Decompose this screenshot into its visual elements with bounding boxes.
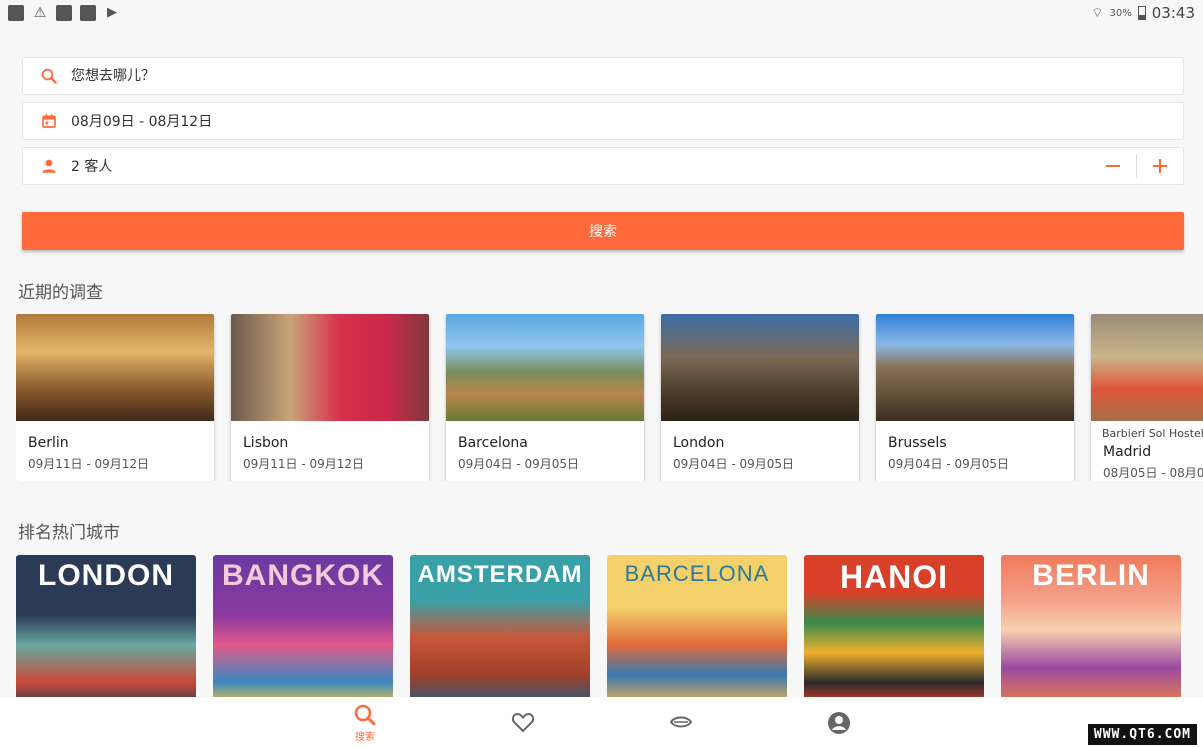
battery-icon: [1137, 6, 1146, 20]
heart-icon: [511, 712, 535, 733]
status-bar: ⚠ ▶ ⌔ 30% 03:43: [0, 0, 1203, 26]
minus-icon: [1106, 165, 1120, 167]
decrease-guests-button[interactable]: [1090, 148, 1136, 184]
destination-input[interactable]: [71, 68, 671, 84]
nav-search[interactable]: 搜索: [345, 703, 385, 743]
popular-city-card[interactable]: BANGKOK: [213, 555, 393, 705]
account-icon: [828, 712, 850, 734]
nav-favorites[interactable]: [503, 711, 543, 733]
recent-dates: 09月11日 - 09月12日: [28, 457, 150, 471]
recent-dates: 09月04日 - 09月05日: [458, 457, 580, 471]
search-icon: [354, 704, 376, 726]
notification-icons: ⚠ ▶: [8, 5, 120, 21]
recent-city: Barcelona: [458, 435, 528, 451]
person-icon: [39, 156, 59, 176]
guests-value: 2 客人: [71, 159, 113, 175]
city-photo: [16, 314, 214, 421]
recent-card-lisbon[interactable]: Lisbon 09月11日 - 09月12日: [231, 314, 429, 481]
popular-city-name: HANOI: [839, 559, 949, 595]
popular-city-name: BARCELONA: [624, 561, 770, 586]
recent-city: Berlin: [28, 435, 69, 451]
watermark-logo: WWW.QT6.COM: [1087, 724, 1197, 745]
nav-search-label: 搜索: [355, 732, 375, 743]
city-photo: [446, 314, 644, 421]
search-button[interactable]: 搜索: [22, 212, 1184, 250]
date-range-value: 08月09日 - 08月12日: [71, 114, 213, 130]
warning-icon: ⚠: [33, 5, 47, 21]
bottom-navigation: 搜索 WWW.QT6.COM: [0, 697, 1203, 747]
recent-city: Brussels: [888, 435, 947, 451]
recent-dates: 09月11日 - 09月12日: [243, 457, 365, 471]
recent-dates: 09月04日 - 09月05日: [673, 457, 795, 471]
recent-card-brussels[interactable]: Brussels 09月04日 - 09月05日: [876, 314, 1074, 481]
popular-city-card[interactable]: HANOI: [804, 555, 984, 705]
popular-city-name: AMSTERDAM: [417, 561, 583, 588]
nav-trips[interactable]: [661, 714, 701, 730]
recent-city: Madrid: [1103, 444, 1152, 460]
play-store-icon: ▶: [107, 5, 117, 20]
wifi-icon: ⌔: [1091, 6, 1104, 21]
image-icon: [80, 5, 96, 21]
ticket-icon: [669, 716, 693, 728]
recent-searches-title: 近期的调查: [18, 283, 103, 303]
popular-city-name: BANGKOK: [222, 559, 384, 592]
city-photo: [661, 314, 859, 421]
popular-cities-title: 排名热门城市: [18, 523, 120, 543]
popular-city-name: LONDON: [38, 559, 174, 592]
popular-city-card[interactable]: BERLIN: [1001, 555, 1181, 705]
increase-guests-button[interactable]: [1137, 148, 1183, 184]
popular-city-card[interactable]: AMSTERDAM: [410, 555, 590, 705]
date-range-field[interactable]: 08月09日 - 08月12日: [22, 102, 1184, 140]
mail-icon: [56, 5, 72, 21]
city-photo: [1091, 314, 1203, 421]
recent-searches-list: Berlin 09月11日 - 09月12日 Lisbon 09月11日 - 0…: [16, 314, 1203, 481]
city-photo: [876, 314, 1074, 421]
nav-profile[interactable]: [819, 711, 859, 735]
clock: 03:43: [1151, 4, 1195, 22]
popular-city-card[interactable]: BARCELONA: [607, 555, 787, 705]
recent-dates: 09月04日 - 09月05日: [888, 457, 1010, 471]
app-notification-icon: [8, 5, 24, 21]
battery-percent: 30%: [1109, 7, 1132, 19]
recent-card-berlin[interactable]: Berlin 09月11日 - 09月12日: [16, 314, 214, 481]
recent-city: London: [673, 435, 725, 451]
recent-hotel: Barbieri Sol Hostel: [1102, 427, 1203, 440]
popular-city-name: BERLIN: [1032, 559, 1150, 592]
city-photo: [231, 314, 429, 421]
recent-city: Lisbon: [243, 435, 289, 451]
guests-stepper: [1090, 148, 1183, 184]
recent-card-madrid[interactable]: Barbieri Sol Hostel Madrid 08月05日 - 08月0…: [1091, 314, 1203, 481]
recent-dates: 08月05日 - 08月06日: [1103, 466, 1203, 480]
destination-field[interactable]: [22, 57, 1184, 95]
popular-cities-list: LONDON BANGKOK AMSTERDAM BARCELONA HANOI…: [16, 555, 1181, 705]
calendar-icon: [39, 111, 59, 131]
popular-city-card[interactable]: LONDON: [16, 555, 196, 705]
system-icons: ⌔ 30% 03:43: [1091, 4, 1195, 22]
recent-card-barcelona[interactable]: Barcelona 09月04日 - 09月05日: [446, 314, 644, 481]
plus-icon: [1153, 159, 1167, 173]
search-icon: [39, 66, 59, 86]
recent-card-london[interactable]: London 09月04日 - 09月05日: [661, 314, 859, 481]
guests-field: 2 客人: [22, 147, 1184, 185]
